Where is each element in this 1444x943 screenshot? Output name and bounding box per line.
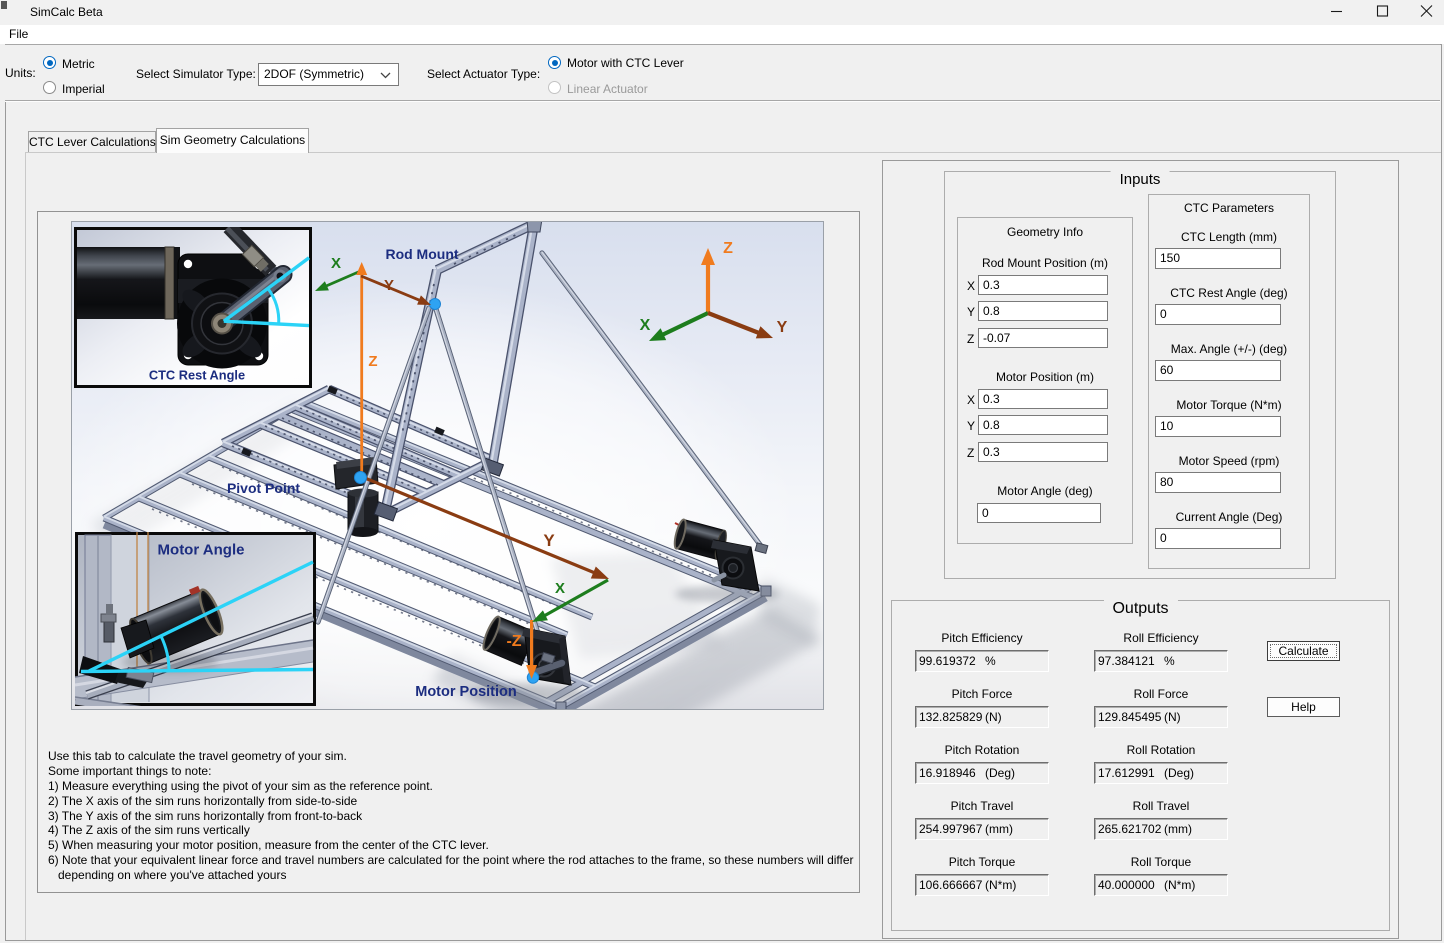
svg-text:Motor Position: Motor Position [415,684,517,700]
svg-text:Y: Y [777,319,788,336]
svg-text:X: X [640,317,651,334]
svg-text:Motor Angle: Motor Angle [158,542,245,559]
svg-text:Z: Z [723,240,733,257]
svg-text:X: X [555,580,565,597]
svg-text:Pivot Point: Pivot Point [227,480,300,496]
svg-text:X: X [331,255,341,272]
svg-text:Y: Y [384,277,394,294]
svg-text:Z: Z [368,353,377,370]
svg-text:-Z: -Z [506,633,521,650]
svg-text:CTC Rest Angle: CTC Rest Angle [149,368,245,383]
svg-text:Rod Mount: Rod Mount [385,246,458,262]
svg-text:Y: Y [543,531,555,550]
